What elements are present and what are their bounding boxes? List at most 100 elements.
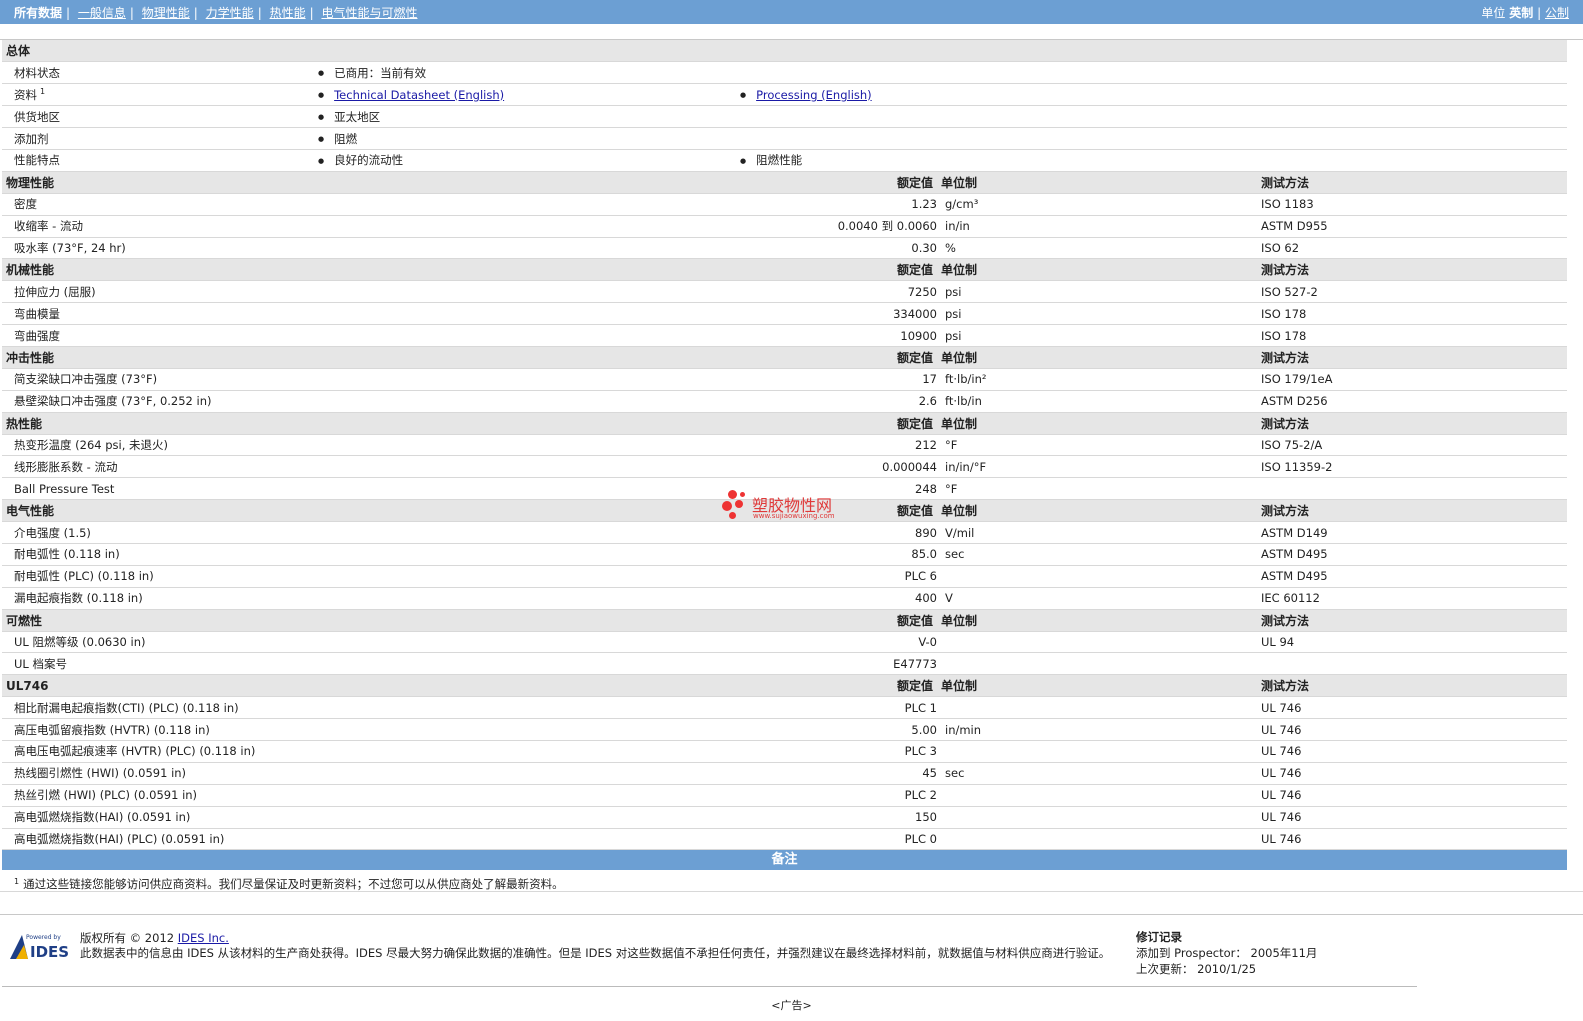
- section-title: 物理性能: [2, 171, 736, 194]
- datasheet-link[interactable]: Technical Datasheet (English): [334, 88, 504, 102]
- property-value: 212: [736, 434, 941, 457]
- property-value: PLC 0: [736, 828, 941, 851]
- property-name: 相比耐漏电起痕指数(CTI) (PLC) (0.118 in): [2, 696, 736, 720]
- general-value-2: [736, 61, 1567, 85]
- logo-powered-by: Powered by: [26, 934, 61, 941]
- unit-imperial[interactable]: 英制: [1509, 6, 1533, 20]
- col-header-unit: 单位制: [941, 613, 978, 628]
- section-header-general: 总体: [2, 40, 1567, 63]
- section-header: 机械性能 额定值 单位制 测试方法: [2, 258, 1567, 282]
- notes-spacer: [0, 892, 1583, 916]
- section-nav: 所有数据 | 一般信息 | 物理性能 | 力学性能 | 热性能 | 电气性能与可燃性: [14, 5, 418, 20]
- test-method: UL 94: [1257, 631, 1567, 654]
- property-value: E47773: [736, 652, 941, 676]
- column-headers: 额定值 单位制: [736, 258, 1257, 282]
- general-label: 性能特点: [2, 149, 318, 172]
- bullet: [318, 110, 334, 124]
- general-row: 添加剂 阻燃: [2, 127, 1567, 150]
- general-value-2: [736, 105, 1567, 129]
- property-unit: ft·lb/in: [941, 390, 1257, 413]
- test-method: ASTM D955: [1257, 215, 1567, 238]
- test-method: ISO 1183: [1257, 193, 1567, 216]
- col-header-method: 测试方法: [1257, 346, 1567, 369]
- property-row: 热变形温度 (264 psi, 未退火) 212 °F ISO 75-2/A: [2, 434, 1567, 457]
- col-header-unit: 单位制: [941, 416, 978, 431]
- test-method: UL 746: [1257, 740, 1567, 763]
- updated-value: 2010/1/25: [1197, 962, 1257, 976]
- tab-physical[interactable]: 物理性能: [142, 6, 190, 20]
- property-unit: [941, 565, 1257, 588]
- property-unit: V/mil: [941, 521, 1257, 544]
- property-row: 简支梁缺口冲击强度 (73°F) 17 ft·lb/in² ISO 179/1eA: [2, 368, 1567, 391]
- property-name: 吸水率 (73°F, 24 hr): [2, 237, 736, 260]
- tab-all-data[interactable]: 所有数据: [14, 6, 62, 20]
- ides-inc-link[interactable]: IDES Inc.: [178, 931, 229, 945]
- tab-general-info[interactable]: 一般信息: [78, 6, 126, 20]
- property-row: 吸水率 (73°F, 24 hr) 0.30% ISO 62: [2, 237, 1567, 260]
- general-label-text: 资料: [14, 87, 37, 102]
- ad-placeholder[interactable]: <广告>: [0, 997, 1583, 1013]
- property-value: 17: [736, 368, 941, 391]
- revision-history: 修订记录 添加到 Prospector： 2005年11月 上次更新： 2010…: [1136, 929, 1317, 977]
- watermark: 塑胶物性网 www.sujiaowuxing.com: [722, 490, 852, 524]
- processing-link[interactable]: Processing (English): [756, 88, 872, 102]
- watermark-url: www.sujiaowuxing.com: [753, 512, 835, 520]
- property-row: 介电强度 (1.5) 890 V/mil ASTM D149: [2, 521, 1567, 544]
- tab-mechanical[interactable]: 力学性能: [206, 6, 254, 20]
- col-header-unit: 单位制: [941, 350, 978, 365]
- column-headers: 额定值 单位制: [736, 346, 1257, 369]
- copyright-prefix: 版权所有 © 2012: [80, 931, 178, 945]
- test-method: [1257, 652, 1567, 676]
- property-name: 收缩率 - 流动: [2, 215, 736, 238]
- test-method: ISO 527-2: [1257, 280, 1567, 304]
- section-title: 热性能: [2, 412, 736, 435]
- property-row: 高电弧燃烧指数(HAI) (0.0591 in) 150 UL 746: [2, 806, 1567, 829]
- footnote-ref: 1: [40, 86, 46, 96]
- property-unit: [941, 828, 1257, 851]
- general-label-text: 性能特点: [14, 153, 60, 168]
- general-value-text: 阻燃: [334, 131, 358, 146]
- col-header-value: 额定值: [896, 613, 933, 628]
- bullet: [318, 66, 334, 80]
- property-name: 弯曲模量: [2, 302, 736, 326]
- property-name: 介电强度 (1.5): [2, 521, 736, 544]
- property-unit: sec: [941, 543, 1257, 566]
- general-label: 供货地区: [2, 105, 318, 129]
- unit-metric-link[interactable]: 公制: [1545, 6, 1569, 20]
- property-name: 热丝引燃 (HWI) (PLC) (0.0591 in): [2, 784, 736, 807]
- general-value-text: 已商用：当前有效: [334, 65, 427, 80]
- property-unit: [941, 696, 1257, 720]
- top-nav-bar: 所有数据 | 一般信息 | 物理性能 | 力学性能 | 热性能 | 电气性能与可燃性 单位…: [0, 0, 1583, 24]
- general-value-1: 良好的流动性: [318, 149, 736, 172]
- property-row: 相比耐漏电起痕指数(CTI) (PLC) (0.118 in) PLC 1 UL 7…: [2, 696, 1567, 720]
- general-label: 材料状态: [2, 61, 318, 85]
- property-unit: psi: [941, 324, 1257, 347]
- property-name: UL 档案号: [2, 652, 736, 676]
- ides-logo[interactable]: Powered by IDES: [8, 931, 72, 961]
- property-unit: g/cm³: [941, 193, 1257, 216]
- section-title: 机械性能: [2, 258, 736, 282]
- section-header: 热性能 额定值 单位制 测试方法: [2, 412, 1567, 435]
- test-method: ASTM D495: [1257, 543, 1567, 566]
- tab-electrical-flammability[interactable]: 电气性能与可燃性: [321, 6, 417, 20]
- property-value: 150: [736, 806, 941, 829]
- property-unit: °F: [941, 477, 1257, 501]
- property-value: 0.0040 到 0.0060: [736, 215, 941, 238]
- general-value-2: Processing (English): [736, 83, 1567, 107]
- property-value: V-0: [736, 631, 941, 654]
- property-unit: in/in: [941, 215, 1257, 238]
- column-headers: 额定值 单位制: [736, 609, 1257, 632]
- property-row: UL 档案号 E47773: [2, 652, 1567, 676]
- property-value: PLC 2: [736, 784, 941, 807]
- property-unit: [941, 806, 1257, 829]
- property-name: 拉伸应力 (屈服): [2, 280, 736, 304]
- tab-thermal[interactable]: 热性能: [270, 6, 306, 20]
- general-value-1: Technical Datasheet (English): [318, 83, 736, 107]
- property-value: 0.000044: [736, 455, 941, 479]
- general-value-text: 阻燃性能: [756, 153, 803, 168]
- unit-switcher: 单位 英制 | 公制: [1481, 5, 1569, 20]
- property-value: 5.00: [736, 718, 941, 741]
- copyright-block: 版权所有 © 2012 IDES Inc. 此数据表中的信息由 IDES 从该材…: [80, 931, 1110, 961]
- property-value: 85.0: [736, 543, 941, 566]
- col-header-unit: 单位制: [941, 679, 978, 694]
